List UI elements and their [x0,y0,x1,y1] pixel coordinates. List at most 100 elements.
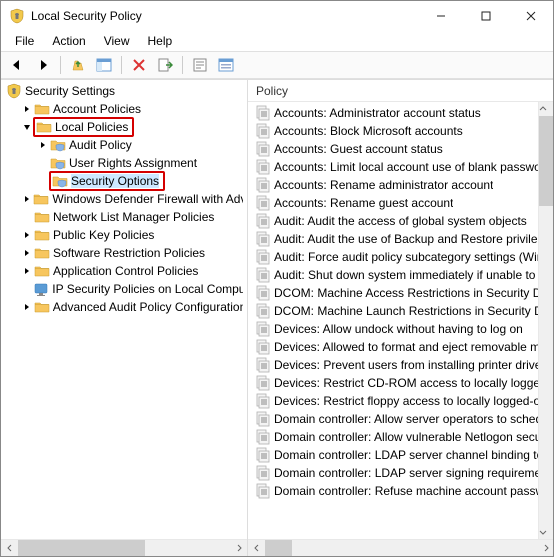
policy-row[interactable]: Domain controller: LDAP server channel b… [248,446,553,464]
window-title: Local Security Policy [31,9,418,23]
policy-row[interactable]: Accounts: Administrator account status [248,104,553,122]
policy-row[interactable]: Domain controller: Refuse machine accoun… [248,482,553,500]
policy-icon [255,321,271,337]
policy-row[interactable]: Accounts: Block Microsoft accounts [248,122,553,140]
forward-button[interactable] [31,53,55,77]
folder-icon [33,191,49,207]
tree-item-label: Audit Policy [69,138,132,152]
shield-icon [6,83,22,99]
tree-item[interactable]: Account Policies [1,100,247,118]
expand-icon[interactable] [21,265,33,277]
policy-row[interactable]: Audit: Force audit policy subcategory se… [248,248,553,266]
expand-icon[interactable] [21,229,33,241]
policy-row[interactable]: Devices: Allow undock without having to … [248,320,553,338]
menu-help[interactable]: Help [140,32,181,50]
menu-action[interactable]: Action [44,32,93,50]
policy-row[interactable]: Devices: Allowed to format and eject rem… [248,338,553,356]
expand-icon[interactable] [21,301,33,313]
policy-icon [255,483,271,499]
up-button[interactable] [66,53,90,77]
policy-label: Domain controller: LDAP server signing r… [274,466,548,480]
export-button[interactable] [153,53,177,77]
policy-icon [255,213,271,229]
menu-file[interactable]: File [7,32,42,50]
policy-row[interactable]: Accounts: Guest account status [248,140,553,158]
tree-item-label: Public Key Policies [53,228,154,242]
list-vscrollbar[interactable] [538,102,553,539]
policy-row[interactable]: DCOM: Machine Launch Restrictions in Sec… [248,302,553,320]
folder-icon [34,227,50,243]
policy-label: Domain controller: LDAP server channel b… [274,448,543,462]
folder-shield-icon [52,173,68,189]
expand-icon[interactable] [37,139,49,151]
policy-row[interactable]: Audit: Audit the access of global system… [248,212,553,230]
policy-icon [255,465,271,481]
tree-item[interactable]: IP Security Policies on Local Compute [1,280,247,298]
highlight-box: Security Options [49,171,165,191]
policy-row[interactable]: Accounts: Rename administrator account [248,176,553,194]
policy-row[interactable]: Domain controller: Allow server operator… [248,410,553,428]
expand-icon[interactable] [21,247,33,259]
policy-row[interactable]: Domain controller: LDAP server signing r… [248,464,553,482]
policy-row[interactable]: Devices: Restrict CD-ROM access to local… [248,374,553,392]
title-bar: Local Security Policy [1,1,553,31]
expand-icon[interactable] [21,103,33,115]
tree-item[interactable]: Audit Policy [1,136,247,154]
tree-item[interactable]: Network List Manager Policies [1,208,247,226]
refresh-button[interactable] [214,53,238,77]
policy-label: Domain controller: Allow vulnerable Netl… [274,430,541,444]
minimize-button[interactable] [418,1,463,31]
policy-row[interactable]: Domain controller: Allow vulnerable Netl… [248,428,553,446]
policy-icon [255,411,271,427]
tree-root-label: Security Settings [25,84,115,98]
policy-icon [255,105,271,121]
tree-item[interactable]: User Rights Assignment [1,154,247,172]
policy-icon [255,303,271,319]
policy-row[interactable]: Accounts: Limit local account use of bla… [248,158,553,176]
column-header-policy[interactable]: Policy [248,80,553,102]
close-button[interactable] [508,1,553,31]
tree-item[interactable]: Advanced Audit Policy Configuration [1,298,247,316]
collapse-icon[interactable] [21,121,33,133]
tree-item[interactable]: Security Options [1,172,247,190]
tree-hscrollbar[interactable] [1,539,247,556]
policy-row[interactable]: Devices: Restrict floppy access to local… [248,392,553,410]
folder-icon [36,119,52,135]
tree-item[interactable]: Application Control Policies [1,262,247,280]
tree-item[interactable]: Windows Defender Firewall with Adva [1,190,247,208]
tree-item[interactable]: Software Restriction Policies [1,244,247,262]
expand-icon[interactable] [21,193,32,205]
tree-item-label: Network List Manager Policies [53,210,214,224]
policy-icon [255,141,271,157]
policy-label: Devices: Restrict floppy access to local… [274,394,544,408]
tree-item[interactable]: Local Policies [1,118,247,136]
policy-label: DCOM: Machine Access Restrictions in Sec… [274,286,548,300]
app-icon [9,8,25,24]
delete-button[interactable] [127,53,151,77]
policy-row[interactable]: Devices: Prevent users from installing p… [248,356,553,374]
policy-label: Devices: Prevent users from installing p… [274,358,545,372]
folder-icon [34,299,50,315]
policy-icon [255,357,271,373]
show-hide-tree-button[interactable] [92,53,116,77]
properties-button[interactable] [188,53,212,77]
policy-row[interactable]: DCOM: Machine Access Restrictions in Sec… [248,284,553,302]
tree-item-label: Security Options [71,174,159,188]
folder-icon [34,209,50,225]
tree-root[interactable]: Security Settings [1,82,247,100]
policy-icon [255,429,271,445]
menu-view[interactable]: View [96,32,138,50]
policy-label: Audit: Audit the access of global system… [274,214,527,228]
policy-label: Accounts: Administrator account status [274,106,481,120]
policy-row[interactable]: Accounts: Rename guest account [248,194,553,212]
tree-item-label: Application Control Policies [53,264,198,278]
folder-icon [34,263,50,279]
tree-item[interactable]: Public Key Policies [1,226,247,244]
policy-row[interactable]: Audit: Shut down system immediately if u… [248,266,553,284]
maximize-button[interactable] [463,1,508,31]
list-hscrollbar[interactable] [248,539,553,556]
highlight-box: Local Policies [33,117,134,137]
policy-row[interactable]: Audit: Audit the use of Backup and Resto… [248,230,553,248]
tree-item-label: Software Restriction Policies [53,246,205,260]
back-button[interactable] [5,53,29,77]
